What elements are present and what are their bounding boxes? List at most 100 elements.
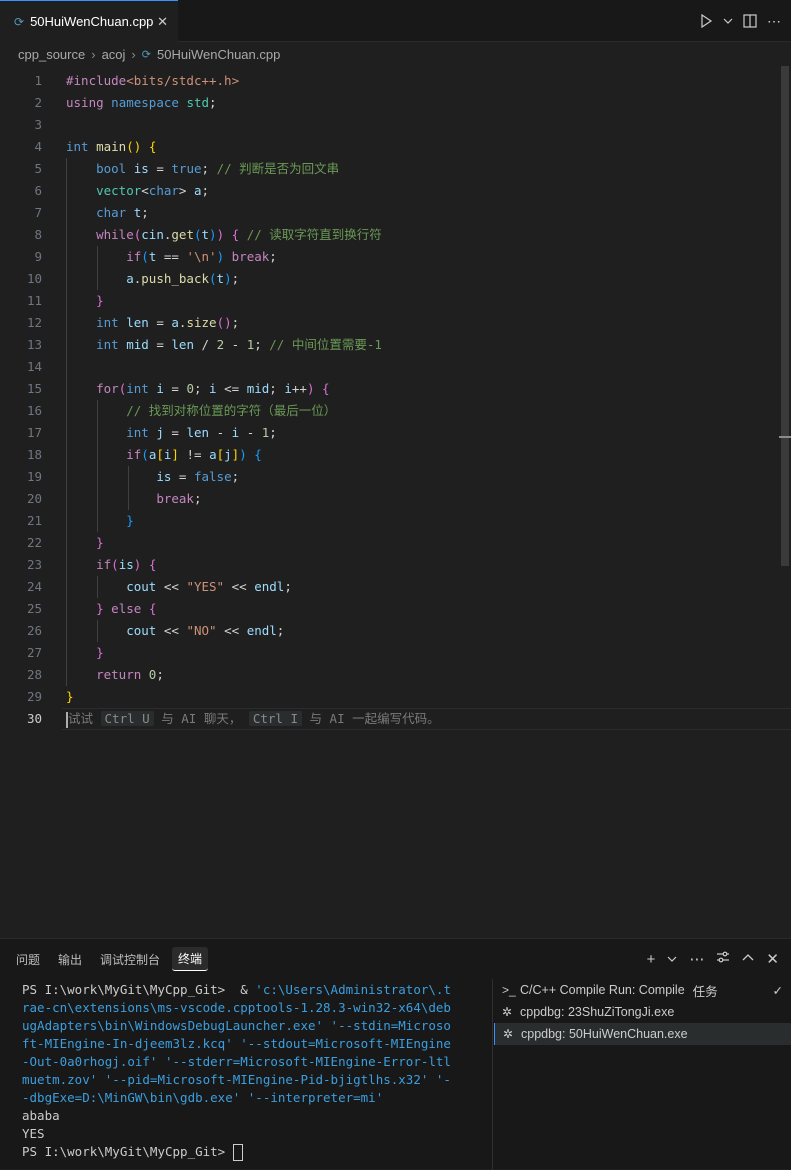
code-text: if(a[i] != a[j]) { bbox=[126, 447, 262, 462]
terminal-list-item[interactable]: ✲ cppdbg: 50HuiWenChuan.exe bbox=[494, 1023, 791, 1045]
settings-icon[interactable] bbox=[716, 950, 730, 968]
code-line: 17 int j = len - i - 1; bbox=[0, 422, 791, 444]
code-text: return 0; bbox=[96, 667, 164, 682]
code-text: } bbox=[66, 689, 74, 704]
code-line: 22 } bbox=[0, 532, 791, 554]
code-line: 16 // 找到对称位置的字符（最后一位） bbox=[0, 400, 791, 422]
terminal-line: -Out-0a0rhogj.oif' '--stderr=Microsoft-M… bbox=[22, 1054, 451, 1069]
chevron-down-icon[interactable] bbox=[723, 16, 733, 26]
code-text: char t; bbox=[96, 205, 149, 220]
bottom-panel: 问题 输出 调试控制台 终端 + ⋯ ✕ PS I:\work\MyGit\My… bbox=[0, 938, 791, 1170]
code-line: 3 bbox=[0, 114, 791, 136]
shortcut-key: Ctrl I bbox=[248, 711, 302, 726]
close-icon[interactable]: ✕ bbox=[766, 950, 779, 968]
code-line: 1 #include<bits/stdc++.h> bbox=[0, 70, 791, 92]
line-number: 15 bbox=[26, 381, 42, 396]
code-line: 15 for(int i = 0; i <= mid; i++) { bbox=[0, 378, 791, 400]
code-text: break; bbox=[156, 491, 202, 506]
line-number: 11 bbox=[26, 293, 42, 308]
chevron-right-icon: › bbox=[131, 46, 136, 62]
line-number: 14 bbox=[26, 359, 42, 374]
chevron-down-icon[interactable] bbox=[667, 951, 677, 968]
tab-file[interactable]: ⟳ 50HuiWenChuan.cpp ✕ bbox=[0, 0, 178, 42]
code-text: if(is) { bbox=[96, 557, 157, 572]
terminal-list-item[interactable]: ✲ cppdbg: 23ShuZiTongJi.exe bbox=[494, 1001, 791, 1023]
code-text: if(t == '\n') break; bbox=[126, 249, 277, 264]
cpp-file-icon: ⟳ bbox=[141, 48, 151, 61]
breadcrumb-item[interactable]: cpp_source bbox=[18, 47, 85, 62]
line-number: 16 bbox=[26, 403, 42, 418]
vertical-scrollbar[interactable] bbox=[781, 66, 789, 566]
line-number: 23 bbox=[26, 557, 42, 572]
line-number: 30 bbox=[26, 711, 42, 726]
terminal-line: muetm.zov' '--pid=Microsoft-MIEngine-Pid… bbox=[22, 1072, 451, 1087]
line-number: 13 bbox=[26, 337, 42, 352]
line-number: 20 bbox=[26, 491, 42, 506]
more-actions-icon[interactable]: ⋯ bbox=[767, 13, 781, 30]
terminal-list-label: cppdbg: 23ShuZiTongJi.exe bbox=[520, 1005, 675, 1019]
code-text: } bbox=[126, 513, 134, 528]
code-line: 27 } bbox=[0, 642, 791, 664]
tab-terminal[interactable]: 终端 bbox=[172, 947, 209, 971]
line-number: 8 bbox=[34, 227, 42, 242]
more-actions-icon[interactable]: ⋯ bbox=[689, 950, 704, 968]
terminal-line: ft-MIEngine-In-djeem3lz.kcq' '--stdout=M… bbox=[22, 1036, 451, 1051]
tab-problems[interactable]: 问题 bbox=[10, 948, 46, 971]
run-icon[interactable] bbox=[699, 14, 713, 28]
code-text: } bbox=[96, 293, 104, 308]
code-text: int mid = len / 2 - 1; // 中间位置需要-1 bbox=[96, 337, 382, 352]
breadcrumb-item[interactable]: acoj bbox=[102, 47, 126, 62]
cpp-file-icon: ⟳ bbox=[14, 14, 25, 29]
terminal-list: >_ C/C++ Compile Run: Compile 任务 ✓ ✲ cpp… bbox=[494, 979, 791, 1045]
ai-hint: 试试 Ctrl U 与 AI 聊天， Ctrl I 与 AI 一起编写代码。 bbox=[66, 711, 440, 728]
line-number: 19 bbox=[26, 469, 42, 484]
code-text: // 找到对称位置的字符（最后一位） bbox=[126, 403, 337, 418]
terminal-list-item[interactable]: >_ C/C++ Compile Run: Compile 任务 ✓ bbox=[494, 979, 791, 1001]
line-number: 12 bbox=[26, 315, 42, 330]
code-line: 26 cout << "NO" << endl; bbox=[0, 620, 791, 642]
split-editor-icon[interactable] bbox=[743, 14, 757, 28]
prompt: PS I:\work\MyGit\MyCpp_Git> bbox=[22, 1144, 233, 1159]
tab-debug-console[interactable]: 调试控制台 bbox=[94, 948, 166, 971]
code-line: 10 a.push_back(t); bbox=[0, 268, 791, 290]
line-number: 4 bbox=[34, 139, 42, 154]
terminal-line: -dbgExe=D:\MinGW\bin\gdb.exe' '--interpr… bbox=[22, 1090, 384, 1105]
tab-output[interactable]: 输出 bbox=[52, 948, 88, 971]
code-line: 21 } bbox=[0, 510, 791, 532]
debug-icon: ✲ bbox=[503, 1027, 514, 1041]
code-text: for(int i = 0; i <= mid; i++) { bbox=[96, 381, 330, 396]
terminal-output[interactable]: PS I:\work\MyGit\MyCpp_Git> & 'c:\Users\… bbox=[22, 981, 482, 1161]
code-text: cout << "YES" << endl; bbox=[126, 579, 292, 594]
panel-divider[interactable] bbox=[492, 979, 493, 1170]
close-icon[interactable]: ✕ bbox=[157, 14, 168, 30]
terminal-icon: >_ bbox=[502, 983, 516, 997]
line-number: 27 bbox=[26, 645, 42, 660]
terminal-line: PS I:\work\MyGit\MyCpp_Git> bbox=[22, 1143, 482, 1161]
plus-icon[interactable]: + bbox=[647, 951, 656, 968]
prompt: PS I:\work\MyGit\MyCpp_Git> & bbox=[22, 982, 256, 997]
line-number: 7 bbox=[34, 205, 42, 220]
code-line: 28 return 0; bbox=[0, 664, 791, 686]
code-line: 30 试试 Ctrl U 与 AI 聊天， Ctrl I 与 AI 一起编写代码。 bbox=[0, 708, 791, 730]
debug-icon: ✲ bbox=[502, 1005, 513, 1019]
code-line: 4 int main() { bbox=[0, 136, 791, 158]
code-line: 23 if(is) { bbox=[0, 554, 791, 576]
line-number: 17 bbox=[26, 425, 42, 440]
terminal-line: ugAdapters\bin\WindowsDebugLauncher.exe'… bbox=[22, 1018, 451, 1033]
code-text: } bbox=[96, 535, 104, 550]
tab-label: 50HuiWenChuan.cpp bbox=[30, 14, 154, 29]
code-line: 6 vector<char> a; bbox=[0, 180, 791, 202]
code-text: #include<bits/stdc++.h> bbox=[66, 73, 240, 88]
code-text: while(cin.get(t)) { // 读取字符直到换行符 bbox=[96, 227, 382, 242]
panel-actions: + ⋯ ✕ bbox=[647, 947, 779, 971]
code-line: 29} bbox=[0, 686, 791, 708]
code-editor[interactable]: 1 #include<bits/stdc++.h> 2 using namespac… bbox=[0, 70, 791, 930]
code-line: 11 } bbox=[0, 290, 791, 312]
code-text: a.push_back(t); bbox=[126, 271, 240, 286]
line-number: 24 bbox=[26, 579, 42, 594]
breadcrumb-item[interactable]: 50HuiWenChuan.cpp bbox=[157, 47, 280, 62]
chevron-up-icon[interactable] bbox=[742, 951, 754, 968]
terminal-line: ababa bbox=[22, 1108, 60, 1123]
line-number: 1 bbox=[34, 73, 42, 88]
line-number: 3 bbox=[34, 117, 42, 132]
